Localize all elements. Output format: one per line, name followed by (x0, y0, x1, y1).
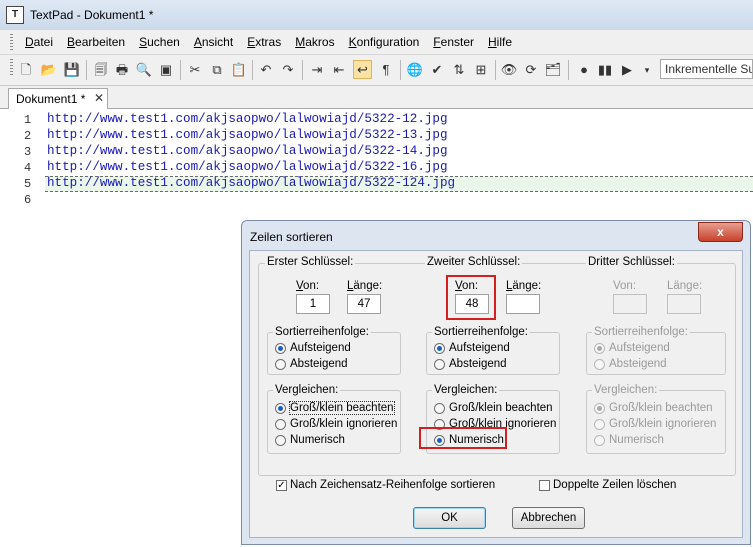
first-key-compare-title: Vergleichen: (273, 384, 341, 396)
third-key-von-input[interactable] (613, 294, 647, 314)
tab-dokument1[interactable]: Dokument1 * ✕ (8, 88, 108, 109)
menu-suchen[interactable]: Suchen (132, 30, 187, 54)
toolbar-separator (86, 60, 87, 80)
charset-sort-checkbox[interactable]: ✓ (276, 480, 287, 491)
manage-files-icon[interactable]: 🗐 (92, 61, 110, 79)
second-key-laenge-label: Länge: (506, 280, 542, 292)
compare-icon[interactable]: ⊞ (472, 61, 490, 79)
menu-datei[interactable]: Datei (18, 30, 60, 54)
indent-icon[interactable]: ⇥ (308, 61, 326, 79)
undo-icon[interactable]: ↶ (257, 61, 275, 79)
incremental-search-input[interactable]: Inkrementelle Su (660, 59, 753, 79)
first-key-von-input[interactable]: 1 (296, 294, 330, 314)
record-macro-icon[interactable]: ● (575, 61, 593, 79)
second-key-von-label: Von: (455, 280, 479, 292)
screen-icon[interactable]: ▣ (157, 61, 175, 79)
print-preview-icon[interactable]: 🔍 (135, 61, 153, 79)
toolbar-separator (400, 60, 401, 80)
code-line-current[interactable]: http://www.test1.com/akjsaopwo/lalwowiaj… (47, 176, 455, 190)
toolbar-separator (495, 60, 496, 80)
toolbar-separator (252, 60, 253, 80)
third-key-laenge-label: Länge: (667, 280, 703, 292)
toolbar-separator (302, 60, 303, 80)
replace-icon[interactable]: ⟳ (522, 61, 540, 79)
open-folder-icon[interactable]: 📂 (40, 61, 58, 79)
web-globe-icon[interactable]: 🌐 (406, 61, 424, 79)
paste-icon[interactable]: 📋 (230, 61, 248, 79)
cancel-button[interactable]: Abbrechen (512, 507, 585, 529)
menu-bearbeiten[interactable]: Bearbeiten (60, 30, 132, 54)
paragraph-icon[interactable]: ¶ (377, 61, 395, 79)
third-key-compare-title: Vergleichen: (592, 384, 660, 396)
code-line[interactable]: http://www.test1.com/akjsaopwo/lalwowiaj… (47, 160, 448, 174)
first-key-title: Erster Schlüssel: (265, 256, 356, 268)
toolbar-overflow-icon[interactable]: ▾ (638, 61, 656, 79)
charset-sort-label: Nach Zeichensatz-Reihenfolge sortieren (290, 479, 496, 491)
line-number: 5 (24, 177, 32, 191)
toolbar-separator (180, 60, 181, 80)
menubar-grip[interactable] (10, 34, 13, 50)
outdent-icon[interactable]: ⇤ (330, 61, 348, 79)
word-wrap-icon[interactable]: ↩ (353, 60, 372, 79)
sort-az-icon[interactable]: ⇅ (450, 61, 468, 79)
remove-duplicates-label: Doppelte Zeilen löschen (553, 479, 677, 491)
remove-duplicates-checkbox[interactable] (539, 480, 550, 491)
line-number: 3 (24, 145, 32, 159)
spellcheck-icon[interactable]: ✔ (428, 61, 446, 79)
second-key-title: Zweiter Schlüssel: (425, 256, 523, 268)
third-key-order-title: Sortierreihenfolge: (592, 326, 690, 338)
line-number: 6 (24, 193, 32, 207)
third-key-laenge-input[interactable] (667, 294, 701, 314)
find-icon[interactable]: 👁 (500, 61, 518, 79)
code-line[interactable]: http://www.test1.com/akjsaopwo/lalwowiaj… (47, 112, 448, 126)
menu-fenster[interactable]: Fenster (426, 30, 481, 54)
first-key-laenge-input[interactable]: 47 (347, 294, 381, 314)
third-key-von-label: Von: (613, 280, 637, 292)
title-bar: T TextPad - Dokument1 * (0, 0, 753, 30)
play-macro-icon[interactable]: ▶ (618, 61, 636, 79)
first-key-von-label: Von: (296, 280, 320, 292)
toolbar-grip[interactable] (10, 59, 13, 75)
second-key-order-title: Sortierreihenfolge: (432, 326, 530, 338)
second-key-von-input[interactable]: 48 (455, 294, 489, 314)
ok-button[interactable]: OK (413, 507, 486, 529)
second-key-compare-title: Vergleichen: (432, 384, 500, 396)
new-document-icon[interactable]: 🗋 (17, 61, 35, 79)
cut-icon[interactable]: ✂ (186, 61, 204, 79)
code-line[interactable]: http://www.test1.com/akjsaopwo/lalwowiaj… (47, 128, 448, 142)
dialog-close-button[interactable]: x (698, 222, 743, 242)
find-in-files-icon[interactable]: 🗂 (544, 61, 562, 79)
tab-label: Dokument1 * (16, 92, 86, 106)
document-tab-strip (0, 86, 753, 109)
menu-ansicht[interactable]: Ansicht (187, 30, 240, 54)
menu-konfiguration[interactable]: Konfiguration (342, 30, 427, 54)
second-key-laenge-input[interactable] (506, 294, 540, 314)
third-key-title: Dritter Schlüssel: (586, 256, 677, 268)
print-icon[interactable]: 🖶 (113, 61, 131, 79)
toolbar: 🗋 📂 💾 🗐 🖶 🔍 ▣ ✂ ⧉ 📋 ↶ ↷ ⇥ ⇤ ↩ ¶ 🌐 ✔ ⇅ ⊞ … (0, 55, 753, 86)
line-number: 2 (24, 129, 32, 143)
line-number: 4 (24, 161, 32, 175)
redo-icon[interactable]: ↷ (279, 61, 297, 79)
close-tab-icon[interactable]: ✕ (94, 91, 104, 105)
textpad-app-icon[interactable]: T (6, 6, 24, 24)
code-line[interactable]: http://www.test1.com/akjsaopwo/lalwowiaj… (47, 144, 448, 158)
menu-hilfe[interactable]: Hilfe (481, 30, 519, 54)
line-number: 1 (24, 113, 32, 127)
copy-icon[interactable]: ⧉ (208, 61, 226, 79)
save-icon[interactable]: 💾 (63, 61, 81, 79)
sort-lines-dialog: Zeilen sortieren x Erster Schlüssel: Von… (241, 220, 751, 545)
window-title: TextPad - Dokument1 * (30, 8, 154, 22)
first-key-order-title: Sortierreihenfolge: (273, 326, 371, 338)
menu-bar: Datei Bearbeiten Suchen Ansicht Extras M… (0, 30, 753, 55)
first-key-laenge-label: Länge: (347, 280, 383, 292)
menu-makros[interactable]: Makros (288, 30, 341, 54)
toolbar-separator (568, 60, 569, 80)
dialog-body: Erster Schlüssel: Von: Länge: 1 47 Sorti… (249, 250, 743, 538)
pause-macro-icon[interactable]: ▮▮ (596, 61, 614, 79)
menu-extras[interactable]: Extras (240, 30, 288, 54)
dialog-title: Zeilen sortieren (250, 230, 333, 244)
